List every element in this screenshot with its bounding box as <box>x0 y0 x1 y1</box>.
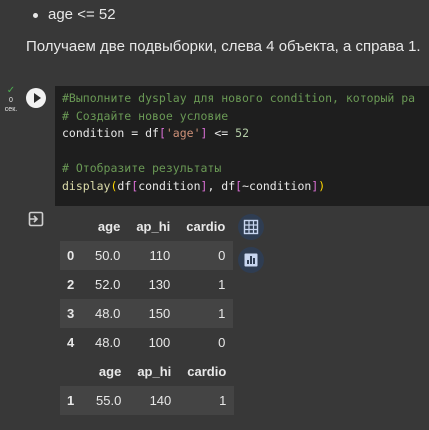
dataframe-table-2: age ap_hi cardio 1 55.0 140 1 <box>60 357 235 415</box>
dataframe-table-1: age ap_hi cardio 0 50.0 110 0 2 52.0 130… <box>60 212 234 357</box>
exec-unit: сек. <box>4 106 18 113</box>
run-cell-button[interactable] <box>26 88 46 108</box>
column-header: age <box>98 364 122 379</box>
cell-cardio: 1 <box>179 386 235 415</box>
column-header: cardio <box>187 364 227 379</box>
table-header-row: age ap_hi cardio <box>60 357 234 386</box>
cell-age: 55.0 <box>88 386 130 415</box>
code-editor[interactable]: #Выполните dysplay для нового condition,… <box>55 86 429 206</box>
code-line: #Выполните dysplay для нового condition,… <box>62 91 416 105</box>
dataframe-output: age ap_hi cardio 0 50.0 110 0 2 52.0 130… <box>60 212 235 415</box>
bullet-item: age <= 52 <box>33 6 116 23</box>
code-line-condition: condition = df['age'] <= 52 <box>62 126 249 140</box>
code-line-display: display(df[condition], df[~condition]) <box>62 178 326 193</box>
cell-ap-hi: 150 <box>128 299 179 328</box>
row-index: 0 <box>60 241 87 270</box>
column-header <box>60 357 88 386</box>
table-row: 3 48.0 150 1 <box>60 299 234 328</box>
cell-age: 52.0 <box>87 270 129 299</box>
cell-age: 48.0 <box>87 328 129 357</box>
column-header: cardio <box>186 219 226 234</box>
table-row: 4 48.0 100 0 <box>60 328 234 357</box>
paragraph-text: Получаем две подвыборки, слева 4 объекта… <box>26 38 421 55</box>
execution-status: ✓ 0 сек. <box>0 86 22 122</box>
chart-suggest-icon <box>244 253 258 267</box>
cell-ap-hi: 100 <box>128 328 179 357</box>
output-redirect-icon[interactable] <box>28 211 44 227</box>
table-view-icon <box>243 219 259 235</box>
cell-age: 48.0 <box>87 299 129 328</box>
table-row: 2 52.0 130 1 <box>60 270 234 299</box>
table-row: 0 50.0 110 0 <box>60 241 234 270</box>
row-index: 1 <box>60 386 88 415</box>
cell-cardio: 0 <box>178 241 234 270</box>
column-header: age <box>97 219 121 234</box>
bullet-dot <box>33 13 38 18</box>
cell-ap-hi: 110 <box>128 241 179 270</box>
code-line: # Отобразите результаты <box>62 161 222 175</box>
cell-age: 50.0 <box>87 241 129 270</box>
cell-ap-hi: 140 <box>129 386 180 415</box>
cell-ap-hi: 130 <box>128 270 179 299</box>
row-index: 2 <box>60 270 87 299</box>
row-index: 4 <box>60 328 87 357</box>
suggest-chart-button[interactable] <box>238 247 264 273</box>
row-index: 3 <box>60 299 87 328</box>
column-header <box>60 212 87 241</box>
table-header-row: age ap_hi cardio <box>60 212 233 241</box>
cell-cardio: 0 <box>178 328 234 357</box>
cell-cardio: 1 <box>178 270 234 299</box>
bullet-text: age <= 52 <box>48 6 116 23</box>
cell-cardio: 1 <box>178 299 234 328</box>
column-header: ap_hi <box>136 219 171 234</box>
exec-count: 0 <box>9 97 13 104</box>
code-line: # Создайте новое условие <box>62 108 229 123</box>
table-row: 1 55.0 140 1 <box>60 386 235 415</box>
column-header: ap_hi <box>137 364 172 379</box>
check-icon: ✓ <box>6 85 16 96</box>
table-view-button[interactable] <box>238 214 264 240</box>
